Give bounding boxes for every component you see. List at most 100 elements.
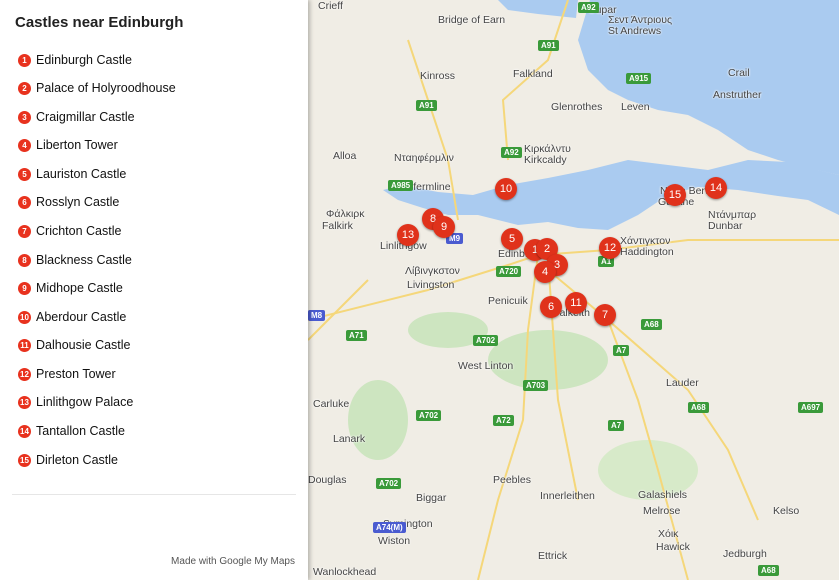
place-label: Alloa — [333, 150, 357, 162]
castle-name: Liberton Tower — [36, 138, 118, 152]
place-label: Φάλκιρκ — [326, 208, 365, 220]
sidebar-item-castle[interactable]: 5 Lauriston Castle — [18, 163, 126, 185]
marker-number-icon: 4 — [18, 138, 31, 152]
road-shield: A72 — [493, 415, 514, 426]
place-label: Kinross — [420, 70, 456, 82]
castle-marker[interactable]: 4 — [534, 261, 556, 283]
castle-name: Preston Tower — [36, 367, 116, 381]
road-shield: A915 — [626, 73, 652, 84]
sidebar-item-castle[interactable]: 12 Preston Tower — [18, 363, 116, 385]
castle-name: Tantallon Castle — [36, 424, 125, 438]
road-shield: A697 — [798, 402, 824, 413]
place-label: Χόικ — [658, 528, 679, 540]
place-label: Falkland — [513, 68, 553, 80]
divider — [12, 494, 296, 495]
place-label: Dunbar — [708, 220, 743, 232]
castle-marker[interactable]: 11 — [565, 292, 587, 314]
road-shield: A91 — [538, 40, 559, 51]
sidebar-item-castle[interactable]: 10 Aberdour Castle — [18, 306, 126, 328]
park — [348, 380, 408, 460]
marker-number-icon: 2 — [18, 81, 31, 95]
sidebar-item-castle[interactable]: 13 Linlithgow Palace — [18, 391, 133, 413]
place-label: St Andrews — [608, 25, 662, 37]
castle-name: Midhope Castle — [36, 281, 123, 295]
castle-name: Craigmillar Castle — [36, 110, 135, 124]
place-label: Glenrothes — [551, 101, 603, 113]
castle-marker[interactable]: 14 — [705, 177, 727, 199]
sidebar-item-castle[interactable]: 1 Edinburgh Castle — [18, 49, 132, 71]
road-shield: A68 — [641, 319, 662, 330]
sidebar-item-castle[interactable]: 6 Rosslyn Castle — [18, 191, 119, 213]
place-label: Lauder — [666, 377, 699, 389]
place-label: Penicuik — [488, 295, 528, 307]
place-label: Ettrick — [538, 550, 568, 562]
place-label: Hawick — [656, 541, 690, 553]
road-shield: A91 — [416, 100, 437, 111]
road-shield: M8 — [308, 310, 326, 321]
castle-name: Lauriston Castle — [36, 167, 127, 181]
place-label: Falkirk — [322, 220, 353, 232]
road-shield: A703 — [523, 380, 549, 391]
marker-number-icon: 7 — [18, 224, 31, 238]
place-label: Λίβινγκστον — [405, 265, 460, 277]
castle-marker[interactable]: 5 — [501, 228, 523, 250]
castle-marker[interactable]: 15 — [664, 184, 686, 206]
road-shield: A74(M) — [373, 522, 406, 533]
map-canvas[interactable]: Crieff Bridge of Earn Cupar Σεντ Άντριους St… — [308, 0, 839, 580]
castle-name: Edinburgh Castle — [36, 53, 132, 67]
marker-number-icon: 10 — [18, 310, 31, 324]
place-label: Haddington — [620, 246, 674, 258]
castle-name: Aberdour Castle — [36, 310, 127, 324]
place-label: Lanark — [333, 433, 366, 445]
sidebar-item-castle[interactable]: 4 Liberton Tower — [18, 134, 118, 156]
castle-marker[interactable]: 9 — [433, 216, 455, 238]
made-with-link[interactable]: Made with Google My Maps — [171, 556, 295, 567]
place-label: Douglas — [308, 474, 347, 486]
marker-number-icon: 12 — [18, 367, 31, 381]
marker-number-icon: 5 — [18, 167, 31, 181]
sidebar-item-castle[interactable]: 14 Tantallon Castle — [18, 420, 125, 442]
sidebar-item-castle[interactable]: 7 Crichton Castle — [18, 220, 121, 242]
marker-number-icon: 1 — [18, 53, 31, 67]
sidebar-item-castle[interactable]: 9 Midhope Castle — [18, 277, 123, 299]
place-label: West Linton — [458, 360, 514, 372]
castle-name: Palace of Holyroodhouse — [36, 81, 176, 95]
road-shield: A71 — [346, 330, 367, 341]
castle-name: Linlithgow Palace — [36, 395, 134, 409]
sidebar: Castles near Edinburgh 1 Edinburgh Castle… — [0, 0, 308, 580]
place-label: Νταηφέρμλιν — [394, 152, 454, 164]
road-shield: A7 — [613, 345, 630, 356]
place-label: Wanlockhead — [313, 566, 377, 578]
castle-marker[interactable]: 12 — [599, 237, 621, 259]
place-label: Peebles — [493, 474, 531, 486]
road-shield: A92 — [578, 2, 599, 13]
marker-number-icon: 9 — [18, 281, 31, 295]
place-label: Biggar — [416, 492, 447, 504]
place-label: Crail — [728, 67, 750, 79]
road-shield: A7 — [608, 420, 625, 431]
castle-marker[interactable]: 6 — [540, 296, 562, 318]
sidebar-item-castle[interactable]: 15 Dirleton Castle — [18, 449, 118, 471]
castle-name: Dalhousie Castle — [36, 338, 131, 352]
place-label: Innerleithen — [540, 490, 595, 502]
sidebar-item-castle[interactable]: 3 Craigmillar Castle — [18, 106, 135, 128]
marker-number-icon: 3 — [18, 110, 31, 124]
map-title: Castles near Edinburgh — [15, 14, 184, 31]
marker-number-icon: 14 — [18, 424, 31, 438]
castle-marker[interactable]: 10 — [495, 178, 517, 200]
sidebar-item-castle[interactable]: 11 Dalhousie Castle — [18, 334, 131, 356]
sidebar-item-castle[interactable]: 8 Blackness Castle — [18, 249, 132, 271]
road-shield: A68 — [688, 402, 709, 413]
castle-name: Rosslyn Castle — [36, 195, 120, 209]
castle-marker[interactable]: 7 — [594, 304, 616, 326]
marker-number-icon: 6 — [18, 195, 31, 209]
road-shield: A702 — [376, 478, 402, 489]
road-shield: A985 — [388, 180, 414, 191]
castle-marker[interactable]: 13 — [397, 224, 419, 246]
road-shield: A720 — [496, 266, 522, 277]
place-label: Anstruther — [713, 89, 762, 101]
place-label: Galashiels — [638, 489, 688, 501]
sidebar-item-castle[interactable]: 2 Palace of Holyroodhouse — [18, 77, 176, 99]
road-shield: A68 — [758, 565, 779, 576]
castle-name: Crichton Castle — [36, 224, 122, 238]
